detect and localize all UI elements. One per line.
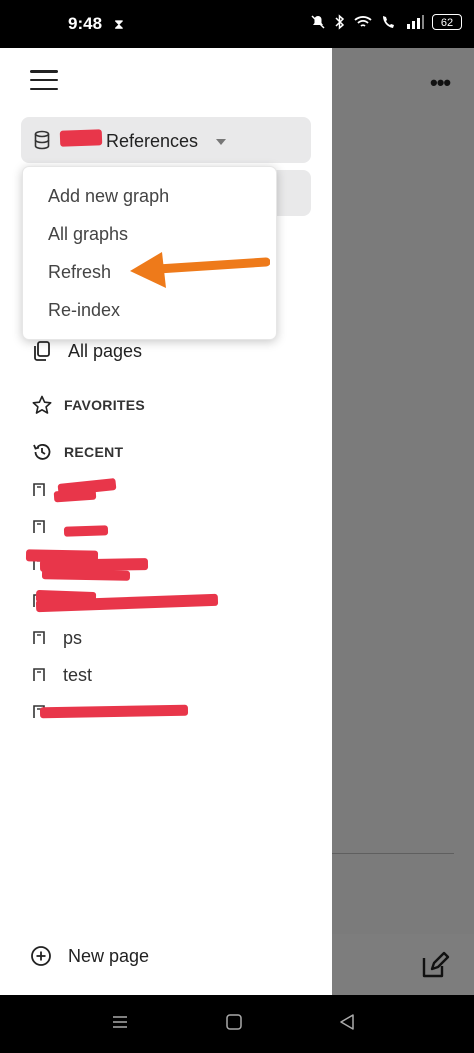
bottom-toolbar — [332, 934, 474, 995]
hourglass-icon: ⧗ — [114, 16, 124, 32]
page-icon — [33, 668, 45, 681]
history-icon — [33, 444, 51, 460]
more-options-icon[interactable]: ••• — [430, 70, 451, 96]
redaction-mark — [63, 525, 109, 537]
recent-item-label: test — [63, 664, 93, 685]
pages-icon — [34, 341, 50, 361]
redaction-mark — [41, 569, 131, 581]
nav-favorites[interactable]: FAVORITES — [32, 395, 145, 415]
nav-recent[interactable]: RECENT — [32, 442, 123, 462]
new-page-button[interactable]: New page — [30, 945, 149, 967]
system-navigation-bar — [0, 995, 474, 1053]
graph-title: References — [106, 131, 199, 151]
mute-icon — [311, 15, 325, 29]
plus-circle-icon — [31, 946, 51, 966]
menu-item-refresh[interactable]: Refresh — [48, 262, 111, 283]
menu-icon[interactable] — [30, 70, 58, 90]
menu-item-all-graphs[interactable]: All graphs — [48, 224, 128, 245]
wifi-icon — [354, 16, 372, 27]
status-icons: 62 — [310, 14, 462, 30]
recent-item[interactable]: test — [33, 663, 92, 687]
divider — [332, 853, 454, 854]
page-icon — [33, 520, 45, 533]
back-icon[interactable] — [338, 1013, 356, 1031]
signal-icon — [407, 15, 424, 29]
caret-down-icon[interactable] — [216, 139, 226, 145]
status-time: 9:48 — [68, 14, 103, 33]
page-icon — [33, 631, 45, 644]
home-icon[interactable] — [225, 1013, 243, 1031]
recent-apps-icon[interactable] — [111, 1013, 129, 1031]
recent-item[interactable]: ps — [33, 626, 82, 650]
recent-heading: RECENT — [64, 444, 124, 460]
bluetooth-icon — [335, 14, 345, 30]
favorites-heading: FAVORITES — [64, 397, 146, 413]
recent-item-label: ps — [63, 627, 83, 648]
all-pages-label: All pages — [68, 340, 143, 361]
star-icon — [32, 395, 52, 414]
page-icon — [33, 483, 45, 496]
volte-icon — [383, 16, 394, 28]
recent-item[interactable] — [33, 515, 63, 539]
nav-all-pages[interactable]: All pages — [32, 340, 142, 362]
edit-icon[interactable] — [420, 950, 450, 980]
annotation-arrow-icon — [130, 252, 270, 288]
menu-item-re-index[interactable]: Re-index — [48, 300, 120, 321]
redaction-mark — [59, 129, 103, 147]
menu-item-add-new-graph[interactable]: Add new graph — [48, 186, 169, 207]
battery-icon: 62 — [432, 14, 462, 30]
status-bar: 9:48 ⧗ 62 — [0, 0, 474, 48]
new-page-label: New page — [68, 945, 150, 966]
database-icon — [34, 130, 50, 150]
